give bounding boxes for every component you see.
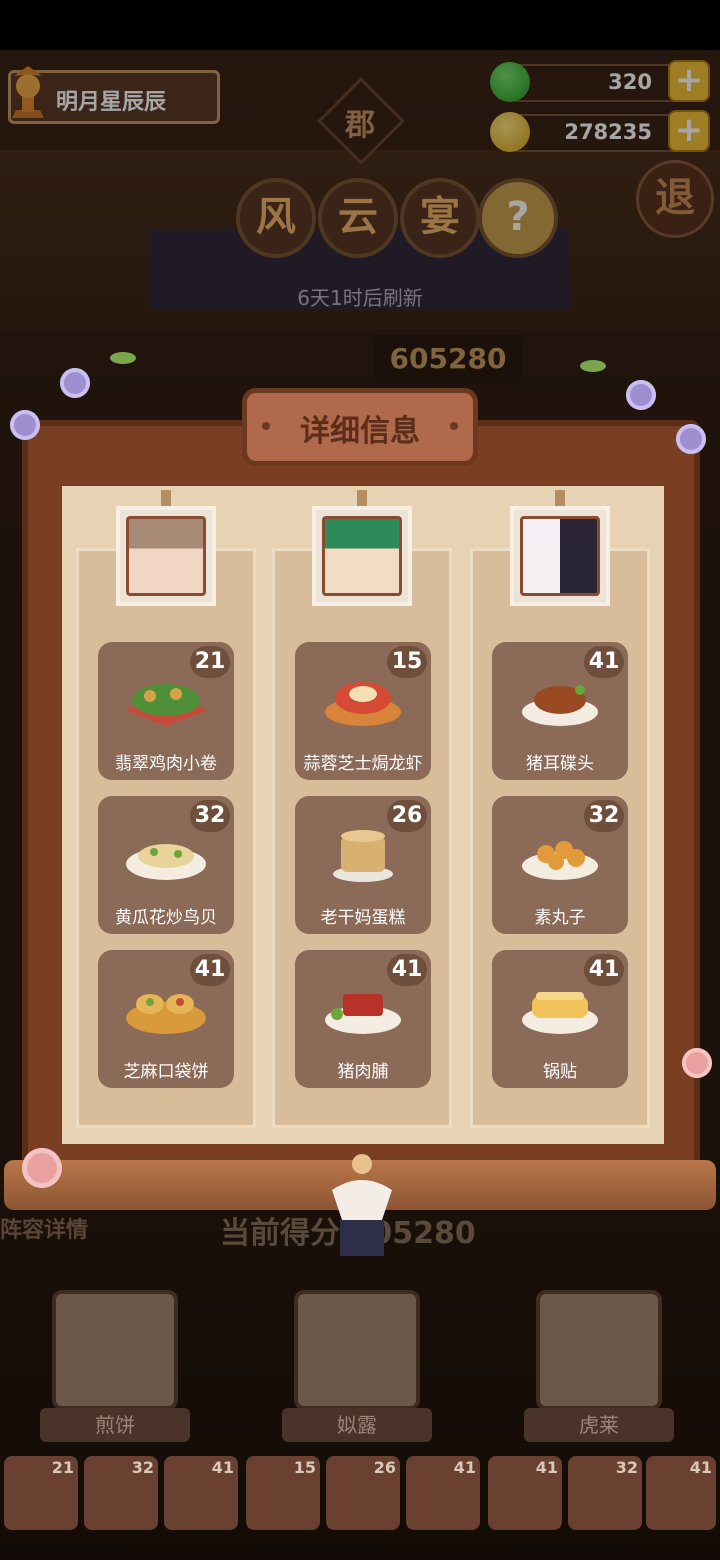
dish-name: 蒜蓉芝士焗龙虾 (303, 754, 423, 774)
dish-level: 41 (584, 646, 624, 678)
mini-dish-level: 41 (689, 1458, 712, 1477)
mini-dish-6[interactable]: 41 (406, 1456, 480, 1530)
dish-name: 翡翠鸡肉小卷 (115, 754, 217, 774)
chef-portrait-2[interactable] (294, 1290, 420, 1410)
flower-icon (60, 368, 90, 398)
dish-level: 41 (190, 954, 230, 986)
chef-avatar-1[interactable] (116, 506, 216, 606)
dish-card[interactable]: 21 翡翠鸡肉小卷 (98, 642, 234, 780)
mini-dish-level: 41 (453, 1458, 476, 1477)
mini-dish-level: 41 (535, 1458, 558, 1477)
chef-name-2: 姒露 (282, 1408, 432, 1442)
leaf-icon (110, 352, 136, 364)
leaf-icon (580, 360, 606, 372)
chef-avatar-3[interactable] (510, 506, 610, 606)
dish-name: 猪肉脯 (337, 1062, 389, 1082)
blossom-icon (682, 1048, 712, 1078)
dish-card[interactable]: 41 猪耳碟头 (492, 642, 628, 780)
dish-card[interactable]: 41 锅贴 (492, 950, 628, 1088)
mini-dish-level: 15 (293, 1458, 316, 1477)
chef-portrait-1[interactable] (52, 1290, 178, 1410)
dish-level: 21 (190, 646, 230, 678)
mini-dish-9[interactable]: 41 (646, 1456, 716, 1530)
mini-dish-level: 21 (51, 1458, 74, 1477)
dish-card[interactable]: 32 素丸子 (492, 796, 628, 934)
chef-avatar-2[interactable] (312, 506, 412, 606)
mini-dish-level: 26 (373, 1458, 396, 1477)
status-bar (0, 0, 720, 50)
mini-dish-level: 41 (211, 1458, 234, 1477)
dish-card[interactable]: 41 芝麻口袋饼 (98, 950, 234, 1088)
mini-dish-level: 32 (615, 1458, 638, 1477)
dish-level: 41 (584, 954, 624, 986)
dish-card[interactable]: 26 老干妈蛋糕 (295, 796, 431, 934)
flower-icon (626, 380, 656, 410)
dish-name: 锅贴 (543, 1062, 577, 1082)
dish-level: 32 (190, 800, 230, 832)
dish-card[interactable]: 15 蒜蓉芝士焗龙虾 (295, 642, 431, 780)
mini-dish-level: 32 (131, 1458, 154, 1477)
chef-name-1: 煎饼 (40, 1408, 190, 1442)
dish-level: 41 (387, 954, 427, 986)
dish-name: 芝麻口袋饼 (123, 1062, 209, 1082)
dish-card[interactable]: 32 黄瓜花炒鸟贝 (98, 796, 234, 934)
dish-name: 老干妈蛋糕 (320, 908, 406, 928)
dish-name: 猪耳碟头 (526, 754, 594, 774)
dish-level: 32 (584, 800, 624, 832)
detail-title: 详细信息 (300, 414, 420, 449)
dish-name: 素丸子 (534, 908, 586, 928)
flower-icon (676, 424, 706, 454)
dish-level: 26 (387, 800, 427, 832)
mini-dish-8[interactable]: 32 (568, 1456, 642, 1530)
lineup-details-label: 阵容详情 (0, 1218, 89, 1243)
chef-portrait-3[interactable] (536, 1290, 662, 1410)
mini-dish-5[interactable]: 26 (326, 1456, 400, 1530)
mini-dish-1[interactable]: 21 (4, 1456, 78, 1530)
flower-icon (10, 410, 40, 440)
mini-dish-2[interactable]: 32 (84, 1456, 158, 1530)
mini-dish-4[interactable]: 15 (246, 1456, 320, 1530)
chef-name-3: 虎莱 (524, 1408, 674, 1442)
blossom-icon (22, 1148, 62, 1188)
tassel-icon (332, 1154, 392, 1256)
mini-dish-3[interactable]: 41 (164, 1456, 238, 1530)
dish-level: 15 (387, 646, 427, 678)
dish-card[interactable]: 41 猪肉脯 (295, 950, 431, 1088)
dish-name: 黄瓜花炒鸟贝 (115, 908, 217, 928)
mini-dish-7[interactable]: 41 (488, 1456, 562, 1530)
